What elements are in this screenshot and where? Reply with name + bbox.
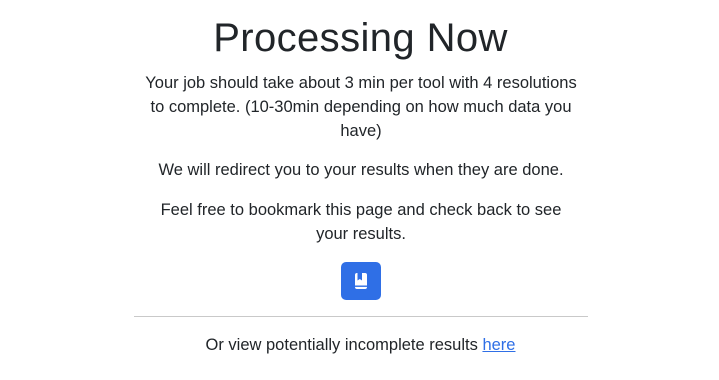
divider xyxy=(134,316,588,317)
bookmark-note-text: Feel free to bookmark this page and chec… xyxy=(160,201,562,243)
redirect-note-text: We will redirect you to your results whe… xyxy=(158,161,564,179)
incomplete-results-text: Or view potentially incomplete results xyxy=(205,336,483,354)
page-title: Processing Now xyxy=(213,16,508,60)
job-estimate-text: Your job should take about 3 min per too… xyxy=(145,74,577,140)
bookmark-book-icon xyxy=(353,272,369,290)
incomplete-results-link[interactable]: here xyxy=(482,336,515,354)
bookmark-button[interactable] xyxy=(341,262,381,300)
incomplete-results-line: Or view potentially incomplete results h… xyxy=(0,333,719,357)
processing-page: Processing Now Your job should take abou… xyxy=(0,0,719,380)
